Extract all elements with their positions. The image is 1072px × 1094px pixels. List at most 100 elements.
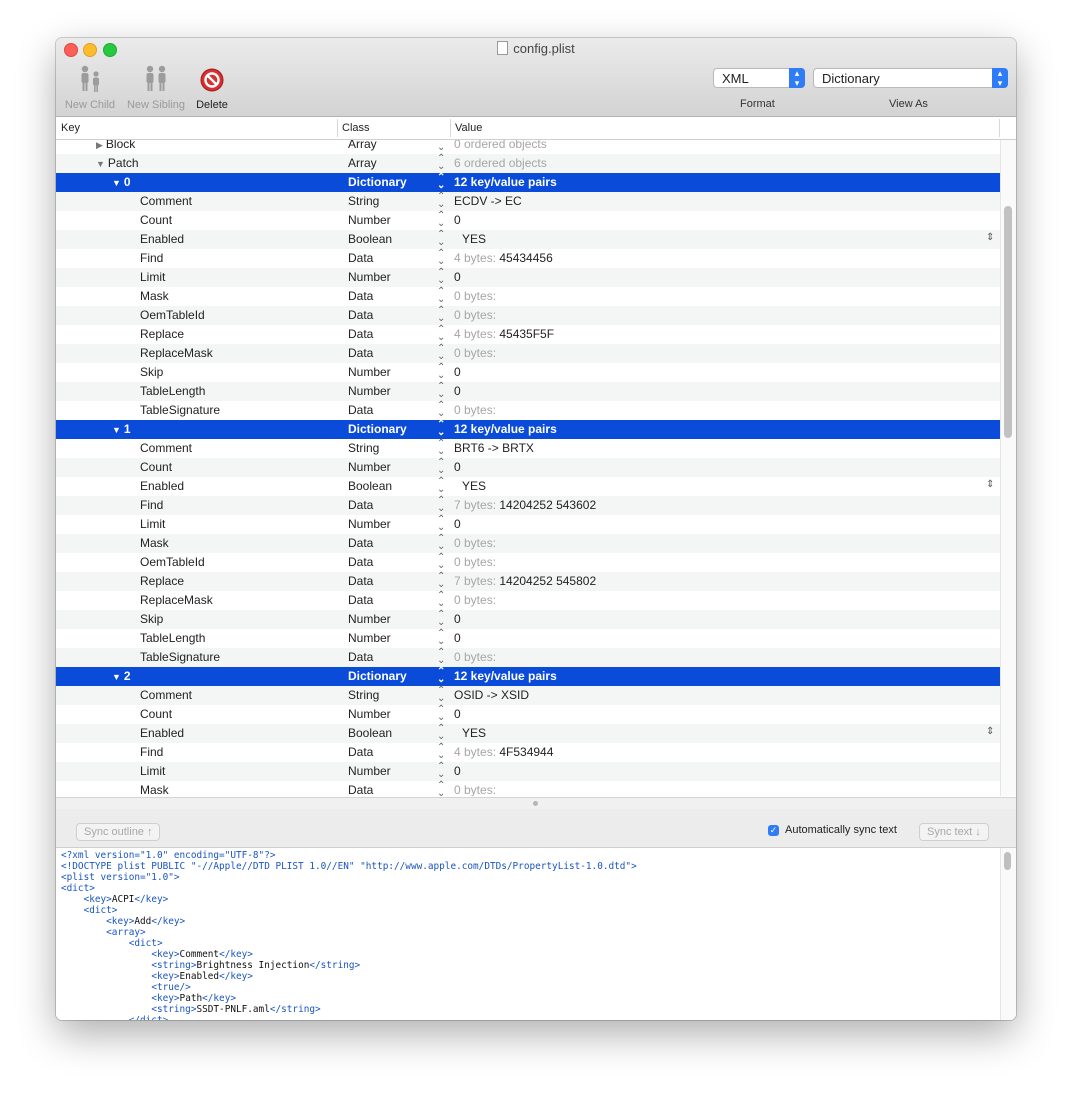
row-class[interactable]: Boolean bbox=[348, 726, 392, 740]
row-class[interactable]: Data bbox=[348, 289, 373, 303]
row-value[interactable]: 0 bbox=[454, 213, 461, 227]
class-stepper-icon[interactable]: ⌃⌄ bbox=[437, 610, 445, 628]
row-value[interactable]: 0 bytes: bbox=[454, 403, 496, 417]
outline-row[interactable]: Limit Number ⌃ ⌄ 0 bbox=[56, 762, 1000, 781]
row-value[interactable]: 6 ordered objects bbox=[454, 156, 547, 170]
class-stepper-icon[interactable]: ⌃⌄ bbox=[437, 211, 445, 229]
class-stepper-icon[interactable]: ⌃⌄ bbox=[437, 420, 445, 438]
row-class[interactable]: Number bbox=[348, 270, 391, 284]
row-class[interactable]: Boolean bbox=[348, 232, 392, 246]
row-value[interactable]: 0 bbox=[454, 707, 461, 721]
class-stepper-icon[interactable]: ⌃⌄ bbox=[437, 192, 445, 210]
class-stepper-icon[interactable]: ⌃⌄ bbox=[437, 743, 445, 761]
class-stepper-icon[interactable]: ⌃⌄ bbox=[437, 572, 445, 590]
class-stepper-icon[interactable]: ⌃⌄ bbox=[437, 230, 445, 248]
class-stepper-icon[interactable]: ⌃⌄ bbox=[437, 287, 445, 305]
row-value[interactable]: YES bbox=[454, 232, 486, 246]
row-class[interactable]: Data bbox=[348, 593, 373, 607]
text-scrollbar[interactable] bbox=[1000, 848, 1016, 1020]
outline-row[interactable]: ▶Block Array ⌃⌄ 0 ordered objects bbox=[56, 140, 1000, 154]
row-value[interactable]: 12 key/value pairs bbox=[454, 422, 557, 436]
row-value[interactable]: ECDV -> EC bbox=[454, 194, 522, 208]
new-sibling-button[interactable]: New Sibling bbox=[124, 64, 188, 111]
outline-row[interactable]: TableSignature Data ⌃ ⌄ 0 bytes: bbox=[56, 648, 1000, 667]
outline-row[interactable]: Mask Data ⌃ ⌄ 0 bytes: bbox=[56, 287, 1000, 306]
row-value[interactable]: 0 bbox=[454, 384, 461, 398]
row-value[interactable]: 4 bytes: 45434456 bbox=[454, 251, 553, 265]
row-class[interactable]: Data bbox=[348, 308, 373, 322]
outline-row[interactable]: TableLength Number ⌃ ⌄ 0 bbox=[56, 629, 1000, 648]
row-value[interactable]: 7 bytes: 14204252 545802 bbox=[454, 574, 596, 588]
class-stepper-icon[interactable]: ⌃⌄ bbox=[437, 629, 445, 647]
outline-row[interactable]: Count Number ⌃ ⌄ 0 bbox=[56, 211, 1000, 230]
delete-button[interactable]: Delete bbox=[192, 64, 232, 111]
row-class[interactable]: Dictionary bbox=[348, 422, 407, 436]
boolean-popup-icon[interactable]: ⇕ bbox=[986, 726, 994, 737]
outline-row[interactable]: TableLength Number ⌃ ⌄ 0 bbox=[56, 382, 1000, 401]
outline-row[interactable]: Skip Number ⌃ ⌄ 0 bbox=[56, 610, 1000, 629]
class-stepper-icon[interactable]: ⌃⌄ bbox=[437, 268, 445, 286]
text-scroll-thumb[interactable] bbox=[1004, 852, 1011, 870]
outline-row[interactable]: OemTableId Data ⌃ ⌄ 0 bytes: bbox=[56, 306, 1000, 325]
row-value[interactable]: 4 bytes: 45435F5F bbox=[454, 327, 554, 341]
outline-row[interactable]: Find Data ⌃ ⌄ 7 bytes: 14204252 543602 bbox=[56, 496, 1000, 515]
row-value[interactable]: 0 bbox=[454, 270, 461, 284]
class-stepper-icon[interactable]: ⌃⌄ bbox=[437, 306, 445, 324]
row-class[interactable]: Number bbox=[348, 517, 391, 531]
row-value[interactable]: 7 bytes: 14204252 543602 bbox=[454, 498, 596, 512]
class-stepper-icon[interactable]: ⌃⌄ bbox=[437, 154, 445, 172]
class-stepper-icon[interactable]: ⌃⌄ bbox=[437, 781, 445, 797]
row-value[interactable]: BRT6 -> BRTX bbox=[454, 441, 534, 455]
row-class[interactable]: Data bbox=[348, 783, 373, 796]
class-stepper-icon[interactable]: ⌃⌄ bbox=[437, 439, 445, 457]
row-class[interactable]: String bbox=[348, 194, 379, 208]
class-stepper-icon[interactable]: ⌃⌄ bbox=[437, 534, 445, 552]
outline-row[interactable]: ▼ 0 Dictionary ⌃ ⌄ 12 key/value pairs bbox=[56, 173, 1000, 192]
row-value[interactable]: 0 bbox=[454, 365, 461, 379]
class-stepper-icon[interactable]: ⌃⌄ bbox=[437, 705, 445, 723]
row-class[interactable]: Number bbox=[348, 213, 391, 227]
class-stepper-icon[interactable]: ⌃⌄ bbox=[437, 249, 445, 267]
class-stepper-icon[interactable]: ⌃⌄ bbox=[437, 344, 445, 362]
outline-row[interactable]: Mask Data ⌃ ⌄ 0 bytes: bbox=[56, 781, 1000, 797]
outline-row[interactable]: Enabled Boolean ⌃ ⌄ YES ⇕ bbox=[56, 230, 1000, 249]
outline-row[interactable]: Replace Data ⌃ ⌄ 4 bytes: 45435F5F bbox=[56, 325, 1000, 344]
outline-row[interactable]: ReplaceMask Data ⌃ ⌄ 0 bytes: bbox=[56, 344, 1000, 363]
boolean-popup-icon[interactable]: ⇕ bbox=[986, 479, 994, 490]
class-stepper-icon[interactable]: ⌃⌄ bbox=[437, 648, 445, 666]
row-class[interactable]: Data bbox=[348, 650, 373, 664]
xml-text-editor[interactable]: <?xml version="1.0" encoding="UTF-8"?> <!… bbox=[56, 848, 1000, 1020]
class-stepper-icon[interactable]: ⌃⌄ bbox=[437, 762, 445, 780]
outline-row[interactable]: Count Number ⌃ ⌄ 0 bbox=[56, 458, 1000, 477]
row-class[interactable]: Data bbox=[348, 745, 373, 759]
auto-sync-checkbox[interactable]: ✓ bbox=[768, 825, 779, 836]
class-stepper-icon[interactable]: ⌃⌄ bbox=[437, 382, 445, 400]
row-class[interactable]: Number bbox=[348, 612, 391, 626]
row-value[interactable]: 0 bytes: bbox=[454, 783, 496, 796]
outline-row[interactable]: TableSignature Data ⌃ ⌄ 0 bytes: bbox=[56, 401, 1000, 420]
row-value[interactable]: 0 bytes: bbox=[454, 308, 496, 322]
row-value[interactable]: 0 bbox=[454, 764, 461, 778]
class-stepper-icon[interactable]: ⌃⌄ bbox=[437, 325, 445, 343]
row-value[interactable]: 12 key/value pairs bbox=[454, 669, 557, 683]
row-value[interactable]: 0 bytes: bbox=[454, 650, 496, 664]
row-class[interactable]: Number bbox=[348, 764, 391, 778]
outline-row[interactable]: Enabled Boolean ⌃ ⌄ YES ⇕ bbox=[56, 724, 1000, 743]
outline-row[interactable]: ▼ 1 Dictionary ⌃ ⌄ 12 key/value pairs bbox=[56, 420, 1000, 439]
row-class[interactable]: Array bbox=[348, 156, 377, 170]
class-stepper-icon[interactable]: ⌃⌄ bbox=[437, 173, 445, 191]
disclosure-expanded-icon[interactable]: ▼ bbox=[112, 425, 121, 435]
plist-outline-view[interactable]: ▶BlockArray⌃⌄0 ordered objects▼PatchArra… bbox=[56, 140, 1000, 796]
class-stepper-icon[interactable]: ⌃⌄ bbox=[437, 496, 445, 514]
disclosure-collapsed-icon[interactable]: ▶ bbox=[96, 140, 103, 150]
row-value[interactable]: 0 bytes: bbox=[454, 555, 496, 569]
row-class[interactable]: Data bbox=[348, 574, 373, 588]
outline-row[interactable]: Find Data ⌃ ⌄ 4 bytes: 45434456 bbox=[56, 249, 1000, 268]
outline-row[interactable]: Replace Data ⌃ ⌄ 7 bytes: 14204252 545802 bbox=[56, 572, 1000, 591]
format-select[interactable]: XML ▴ ▾ bbox=[713, 68, 805, 88]
outline-row[interactable]: Limit Number ⌃ ⌄ 0 bbox=[56, 515, 1000, 534]
row-class[interactable]: Data bbox=[348, 327, 373, 341]
class-stepper-icon[interactable]: ⌃⌄ bbox=[437, 515, 445, 533]
column-divider[interactable] bbox=[450, 119, 451, 137]
row-class[interactable]: Data bbox=[348, 251, 373, 265]
